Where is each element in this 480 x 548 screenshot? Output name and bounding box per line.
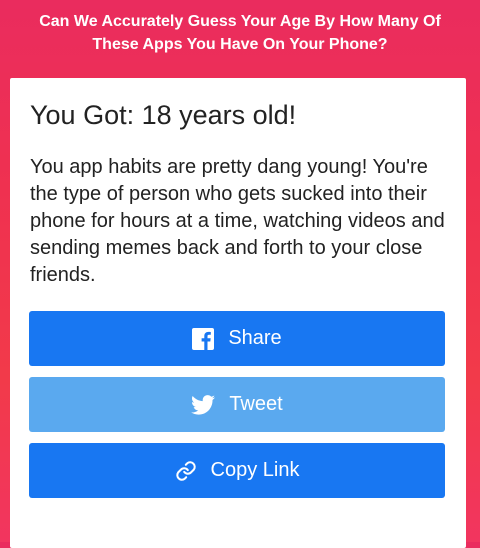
facebook-icon xyxy=(192,327,215,350)
twitter-icon xyxy=(191,394,216,415)
tweet-button-label: Tweet xyxy=(229,393,283,415)
share-button-label: Share xyxy=(228,327,282,349)
link-icon xyxy=(175,460,197,482)
result-card: You Got: 18 years old! You app habits ar… xyxy=(10,78,466,548)
quiz-title-line-1: Can We Accurately Guess Your Age By How … xyxy=(39,13,441,30)
quiz-title: Can We Accurately Guess Your Age By How … xyxy=(10,10,470,56)
copy-link-button-label: Copy Link xyxy=(210,459,300,481)
share-button[interactable]: Share xyxy=(29,311,445,366)
result-description: You app habits are pretty dang young! Yo… xyxy=(30,156,445,286)
copy-link-button[interactable]: Copy Link xyxy=(29,443,445,498)
result-heading: You Got: 18 years old! xyxy=(30,100,297,130)
tweet-button[interactable]: Tweet xyxy=(29,377,445,432)
quiz-title-line-2: These Apps You Have On Your Phone? xyxy=(92,36,388,53)
